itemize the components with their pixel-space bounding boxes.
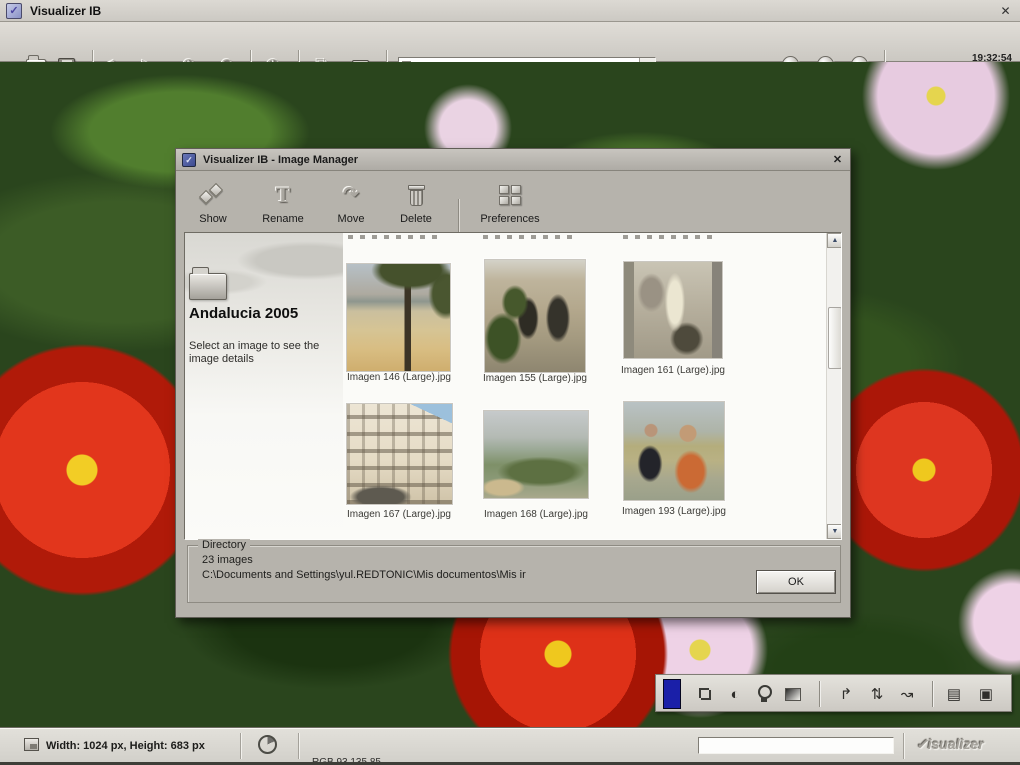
image-manager-dialog: ✓ Visualizer IB - Image Manager ✕ Show T… (175, 148, 851, 618)
show-icon (198, 182, 227, 207)
contrast-button[interactable]: ◐ (725, 684, 745, 704)
thumbnail-imagen-155[interactable] (484, 259, 586, 373)
lightbulb-icon (757, 685, 772, 703)
visualizer-logo: ✓isualizer (916, 736, 984, 753)
film-view-button[interactable]: ▤ (944, 684, 964, 704)
dialog-logo-icon: ✓ (182, 153, 196, 167)
thumbnail-imagen-146[interactable] (346, 263, 451, 372)
scroll-up-button[interactable]: ▲ (827, 233, 841, 248)
thumbnail-caption: Imagen 146 (Large).jpg (347, 372, 451, 383)
flip-icon: ⇅ (870, 686, 884, 703)
window-close-button[interactable]: ✕ (997, 3, 1014, 19)
delete-button[interactable]: Delete (386, 176, 446, 226)
rename-button[interactable]: T Rename (250, 176, 316, 226)
frame-view-button[interactable]: ▣ (976, 684, 996, 704)
app-logo-icon: ✓ (6, 3, 22, 19)
clipped-caption (483, 235, 579, 239)
dialog-titlebar[interactable]: ✓ Visualizer IB - Image Manager ✕ (176, 149, 850, 171)
folder-icon (189, 267, 227, 300)
film-strip-icon: ▤ (946, 686, 962, 703)
preferences-icon (499, 184, 521, 205)
crop-icon (696, 685, 714, 703)
gradient-icon (785, 687, 801, 701)
status-bar: Width: 1024 px, Height: 683 px RGB 93.13… (0, 728, 1020, 765)
pixel-info: RGB 93.135.85 X: 150 Y: 28 (312, 733, 381, 765)
preferences-button[interactable]: Preferences (468, 176, 552, 226)
main-titlebar[interactable]: ✓ Visualizer IB ✕ (0, 0, 1020, 22)
trash-icon (407, 183, 425, 206)
color-swatch[interactable] (663, 679, 681, 709)
delete-label: Delete (400, 213, 432, 225)
edit-toolbar-separator (819, 681, 821, 707)
thumbnail-imagen-167[interactable] (346, 403, 453, 505)
frame-icon: ▣ (978, 686, 994, 703)
color-wheel-icon (258, 735, 277, 754)
vertical-scrollbar[interactable]: ▲ ▼ (826, 233, 841, 539)
show-label: Show (199, 213, 227, 225)
preferences-label: Preferences (480, 213, 540, 225)
thumbnail-caption: Imagen 193 (Large).jpg (622, 506, 726, 517)
thumbnail-caption: Imagen 167 (Large).jpg (347, 509, 451, 520)
brightness-button[interactable] (754, 684, 774, 704)
flip-button[interactable]: ⇅ (867, 684, 887, 704)
image-list-panel: Andalucia 2005 Select an image to see th… (184, 232, 842, 540)
clipped-caption (623, 235, 717, 239)
folder-info-panel: Andalucia 2005 Select an image to see th… (185, 233, 343, 539)
move-label: Move (337, 213, 365, 225)
logo-check-icon: ✓ (916, 736, 928, 752)
logo-text: isualizer (927, 736, 984, 752)
visualizer-window: ✓ Visualizer IB ✕ ◀ ▶ ⊕ ⊖ ◷ ⧉ Imagen 255… (0, 0, 1020, 765)
rotate-button[interactable]: ↱ (836, 684, 856, 704)
ok-button[interactable]: OK (756, 570, 836, 594)
move-icon: ↷ (343, 184, 359, 205)
image-count: 23 images (202, 554, 253, 566)
main-toolbar: ◀ ▶ ⊕ ⊖ ◷ ⧉ Imagen 255 (Large).jpg ▼ ● ■… (0, 22, 1020, 78)
statusbar-separator (240, 733, 242, 759)
clipped-caption (348, 235, 440, 239)
scrollbar-thumb[interactable] (828, 307, 841, 369)
image-dimensions: Width: 1024 px, Height: 683 px (46, 740, 205, 752)
statusbar-separator (298, 733, 300, 759)
thumbnail-caption: Imagen 161 (Large).jpg (621, 365, 725, 376)
dialog-title: Visualizer IB - Image Manager (203, 154, 359, 166)
move-button[interactable]: ↷ Move (324, 176, 378, 226)
directory-path: C:\Documents and Settings\yul.REDTONIC\M… (202, 569, 526, 581)
dialog-close-button[interactable]: ✕ (830, 153, 845, 167)
rename-label: Rename (262, 213, 304, 225)
contrast-icon: ◐ (730, 685, 740, 703)
thumbnail-imagen-193[interactable] (623, 401, 725, 501)
rotate-icon: ↱ (839, 686, 853, 703)
skew-icon: ↝ (900, 686, 914, 703)
directory-groupbox: Directory 23 images C:\Documents and Set… (187, 539, 841, 603)
gradient-button[interactable] (783, 684, 803, 704)
thumbnail-imagen-168[interactable] (483, 410, 589, 499)
thumbnail-caption: Imagen 168 (Large).jpg (484, 509, 588, 520)
folder-name: Andalucia 2005 (189, 305, 299, 322)
scroll-down-button[interactable]: ▼ (827, 524, 841, 539)
rename-icon: T (275, 181, 291, 207)
app-title: Visualizer IB (30, 4, 102, 18)
skew-button[interactable]: ↝ (897, 684, 917, 704)
statusbar-separator (903, 733, 905, 759)
thumbnail-imagen-161[interactable] (623, 261, 723, 359)
progress-bar (698, 737, 894, 754)
selection-hint: Select an image to see the image details (189, 340, 320, 365)
edit-toolbar-separator (932, 681, 934, 707)
directory-legend: Directory (198, 539, 251, 551)
edit-toolbar: ◐ ↱ ⇅ ↝ ▤ ▣ (655, 674, 1012, 712)
dialog-toolbar: Show T Rename ↷ Move Delete Preferences (176, 171, 850, 245)
resize-icon (24, 738, 39, 751)
show-button[interactable]: Show (184, 176, 242, 226)
crop-button[interactable] (695, 684, 715, 704)
thumbnail-caption: Imagen 155 (Large).jpg (483, 373, 587, 384)
